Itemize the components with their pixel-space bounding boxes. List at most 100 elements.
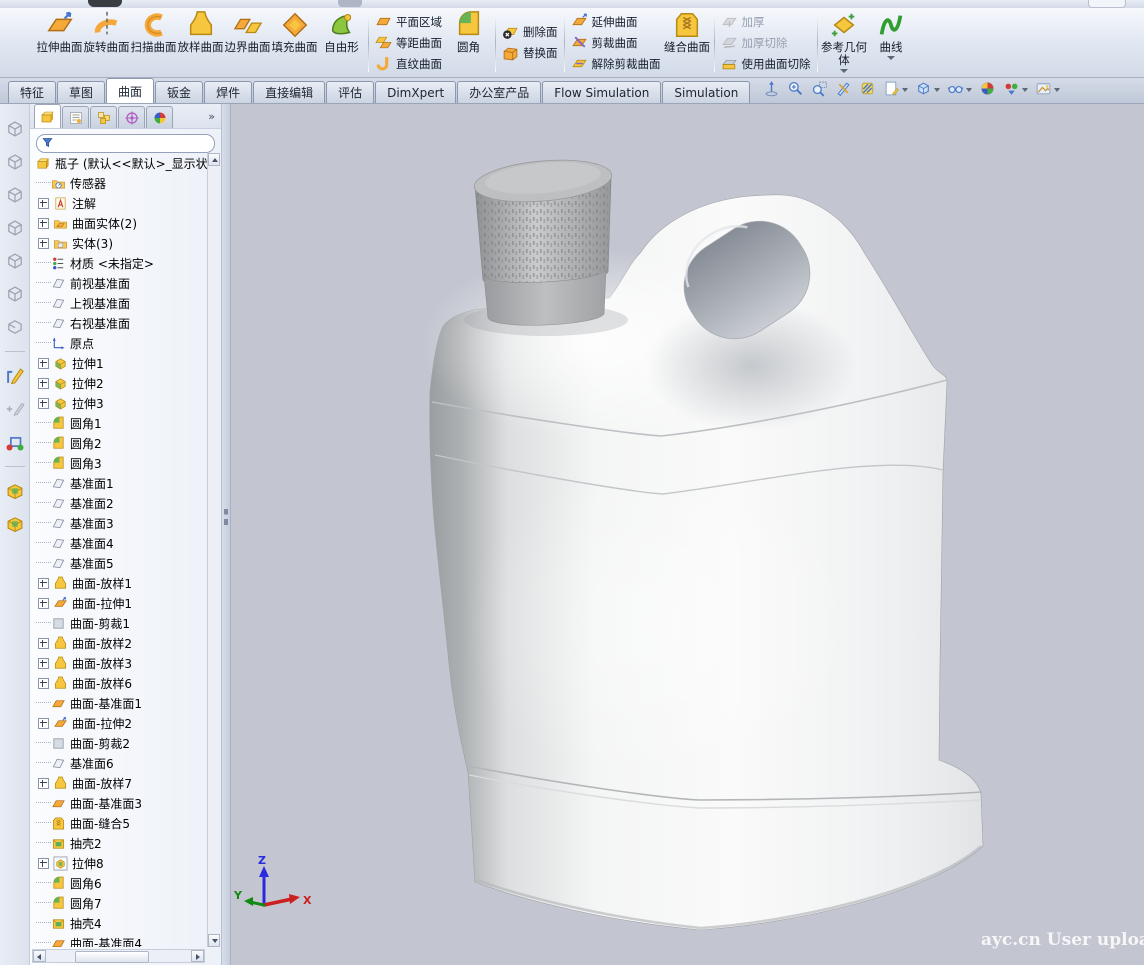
expand-plus-icon[interactable] [38,858,49,869]
tab-office-products[interactable]: 办公室产品 [457,81,541,103]
expand-plus-icon[interactable] [38,198,49,209]
revolved-surface-button[interactable]: 旋转曲面 [83,9,130,76]
scroll-left-button[interactable] [33,950,46,962]
dropdown-caret-icon[interactable] [902,88,908,92]
tree-item[interactable]: 圆角1 [30,413,207,433]
std-view-6-button[interactable] [4,283,26,305]
scroll-down-button[interactable] [208,934,220,947]
expand-plus-icon[interactable] [38,638,49,649]
scrollbar-thumb[interactable] [75,951,149,963]
expand-plus-icon[interactable] [38,218,49,229]
tab-evaluate[interactable]: 评估 [326,81,374,103]
graphics-viewport[interactable]: Z X Y ayc.cn User upload [231,104,1144,965]
offset-surface-button[interactable]: 等距曲面 [375,32,442,53]
tab-features[interactable]: 特征 [8,81,56,103]
panel-splitter[interactable] [222,104,231,965]
tree-item[interactable]: 拉伸3 [30,393,207,413]
propertymanager-tab[interactable] [62,106,89,128]
scroll-right-button[interactable] [191,950,204,962]
featuremanager-tree-tab[interactable] [34,104,61,128]
part-tool-1-button[interactable] [4,480,26,502]
dimxpertmanager-tab[interactable] [118,106,145,128]
tree-item[interactable]: 曲面-放样6 [30,673,207,693]
tree-item[interactable]: 曲面-基准面4 [30,933,207,947]
std-view-4-button[interactable] [4,217,26,239]
tree-item[interactable]: 传感器 [30,173,207,193]
tree-item[interactable]: 抽壳2 [30,833,207,853]
annotation-views-button[interactable] [881,79,910,102]
untrim-surface-button[interactable]: 解除剪裁曲面 [571,53,661,74]
swept-surface-button[interactable]: 扫描曲面 [130,9,177,76]
tree-item[interactable]: 拉伸2 [30,373,207,393]
trim-surface-button[interactable]: 剪裁曲面 [571,32,661,53]
tab-dimxpert[interactable]: DimXpert [375,81,456,103]
fillet-button[interactable]: 圆角 [445,9,492,76]
tree-item[interactable]: 曲面-放样1 [30,573,207,593]
cut-with-surface-button[interactable]: 使用曲面切除 [721,53,811,74]
tree-item[interactable]: 拉伸8 [30,853,207,873]
replace-face-button[interactable]: 替换面 [502,43,558,64]
tree-item[interactable]: 曲面-放样2 [30,633,207,653]
expand-plus-icon[interactable] [38,398,49,409]
std-view-3-button[interactable] [4,184,26,206]
freeform-button[interactable]: 自由形 [318,9,365,76]
scroll-up-button[interactable] [208,153,220,166]
dropdown-caret-icon[interactable] [1054,88,1060,92]
tree-item[interactable]: 曲面-剪裁1 [30,613,207,633]
curves-button[interactable]: 曲线 [868,9,915,76]
view-settings-button[interactable] [1001,79,1030,102]
expand-plus-icon[interactable] [38,778,49,789]
tab-sheet-metal[interactable]: 钣金 [155,81,203,103]
expand-plus-icon[interactable] [38,658,49,669]
planar-surface-button[interactable]: 平面区域 [375,11,442,32]
zoom-in-button[interactable] [785,79,806,102]
dropdown-caret-icon[interactable] [840,69,848,73]
tab-simulation[interactable]: Simulation [662,81,750,103]
tree-item[interactable]: 曲面-放样7 [30,773,207,793]
tree-item[interactable]: 前视基准面 [30,273,207,293]
tree-item[interactable]: 原点 [30,333,207,353]
tree-item[interactable]: 材质 <未指定> [30,253,207,273]
sketch-button[interactable] [4,365,26,387]
std-view-1-button[interactable] [4,118,26,140]
expand-plus-icon[interactable] [38,238,49,249]
configurationmanager-tab[interactable] [90,106,117,128]
dropdown-caret-icon[interactable] [887,56,895,60]
display-style-button[interactable] [945,79,974,102]
tree-item[interactable]: 抽壳4 [30,913,207,933]
delete-face-button[interactable]: 删除面 [502,22,558,43]
tree-item[interactable]: 圆角3 [30,453,207,473]
camera-options-button[interactable] [1033,79,1062,102]
zoom-to-fit-button[interactable] [761,79,782,102]
expand-plus-icon[interactable] [38,578,49,589]
view-orientation-button[interactable] [913,79,942,102]
tree-item[interactable]: 圆角2 [30,433,207,453]
extend-surface-button[interactable]: 延伸曲面 [571,11,661,32]
tree-item[interactable]: 基准面5 [30,553,207,573]
tree-horizontal-scrollbar[interactable] [32,949,205,963]
tab-direct-editing[interactable]: 直接编辑 [253,81,325,103]
expand-plus-icon[interactable] [38,678,49,689]
dropdown-caret-icon[interactable] [934,88,940,92]
std-view-2-button[interactable] [4,151,26,173]
boundary-surface-button[interactable]: 边界曲面 [224,9,271,76]
filled-surface-button[interactable]: 填充曲面 [271,9,318,76]
expand-plus-icon[interactable] [38,358,49,369]
tree-item[interactable]: 基准面4 [30,533,207,553]
expand-plus-icon[interactable] [38,718,49,729]
tree-item[interactable]: 曲面-拉伸1 [30,593,207,613]
tree-item[interactable]: 圆角7 [30,893,207,913]
tree-item[interactable]: 曲面-拉伸2 [30,713,207,733]
zoom-to-area-button[interactable] [809,79,830,102]
tree-item[interactable]: 基准面6 [30,753,207,773]
section-view-button[interactable] [857,79,878,102]
splitter-grip[interactable] [224,509,228,525]
sketch-edit-button[interactable] [4,398,26,420]
std-view-5-button[interactable] [4,250,26,272]
panel-more-chevron[interactable]: » [208,110,215,123]
tree-item[interactable]: 曲面-基准面1 [30,693,207,713]
tab-flow-simulation[interactable]: Flow Simulation [542,81,661,103]
reference-geometry-button[interactable]: 参考几何体 [821,9,868,76]
section-tools-button[interactable] [833,79,854,102]
tree-item[interactable]: 曲面-缝合5 [30,813,207,833]
